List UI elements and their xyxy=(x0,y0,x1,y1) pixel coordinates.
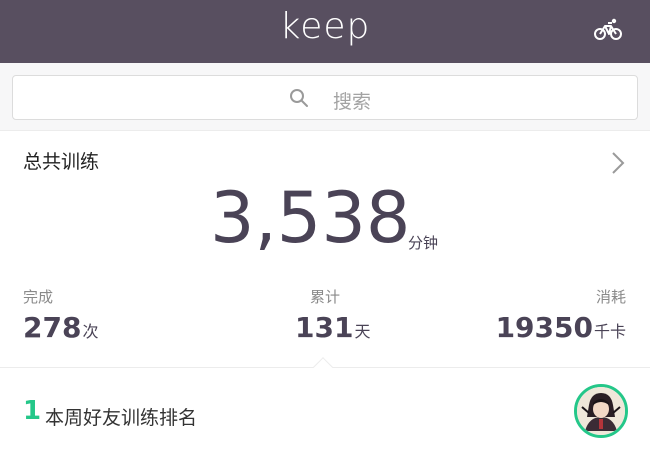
search-placeholder: 搜索 xyxy=(333,91,372,113)
chevron-right-icon[interactable] xyxy=(611,151,625,175)
app-screen: keep 搜索 总共训练 3,538 分钟 完成 278次 累计 131天 消耗… xyxy=(0,0,650,455)
calories-label: 消耗 xyxy=(595,288,626,306)
calories-unit: 千卡 xyxy=(593,322,626,341)
completed-label: 完成 xyxy=(23,288,54,306)
app-logo: keep xyxy=(279,6,371,47)
rank-label: 本周好友训练排名 xyxy=(45,407,198,429)
completed-value: 278次 xyxy=(23,311,98,344)
calories-value: 19350千卡 xyxy=(496,311,626,344)
total-training-card[interactable]: 总共训练 3,538 分钟 完成 278次 累计 131天 消耗 19350千卡 xyxy=(0,131,650,368)
avatar-image xyxy=(577,387,625,435)
avatar[interactable] xyxy=(574,384,628,438)
accumulated-number: 131 xyxy=(295,311,354,344)
rank-number: 1 xyxy=(23,396,42,426)
total-training-title: 总共训练 xyxy=(23,151,100,173)
accumulated-unit: 天 xyxy=(354,322,371,341)
completed-number: 278 xyxy=(23,311,82,344)
calories-number: 19350 xyxy=(495,311,593,344)
friends-ranking-row[interactable]: 1 本周好友训练排名 xyxy=(0,368,650,455)
completed-unit: 次 xyxy=(82,322,99,341)
accumulated-value: 131天 xyxy=(295,311,370,344)
total-minutes-unit: 分钟 xyxy=(408,234,439,252)
accumulated-label: 累计 xyxy=(310,288,341,306)
top-bar: keep xyxy=(0,0,650,63)
search-area: 搜索 xyxy=(0,63,650,131)
search-input[interactable]: 搜索 xyxy=(12,75,638,120)
bicycle-icon[interactable] xyxy=(594,17,622,41)
total-minutes-value: 3,538 xyxy=(210,177,411,259)
search-icon xyxy=(290,89,308,107)
